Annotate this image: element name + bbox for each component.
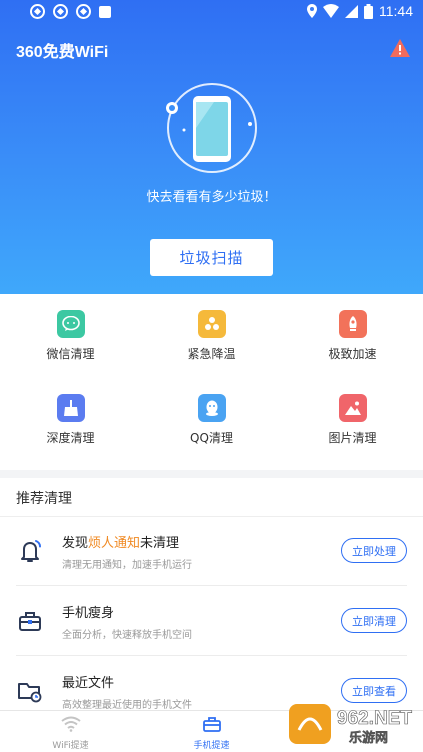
svg-text:962.NET: 962.NET: [337, 708, 412, 729]
tool-picture-clean[interactable]: 图片清理: [282, 378, 423, 458]
status-time: 11:44: [379, 3, 413, 19]
broom-icon: [56, 394, 85, 422]
recommend-item-subtitle: 高效整理最近使用的手机文件: [62, 700, 192, 711]
recommend-item-title: 最近文件: [62, 676, 115, 691]
tool-emergency-cooling[interactable]: 紧急降温: [141, 294, 282, 374]
recommend-title: 推荐清理: [16, 491, 72, 507]
sim-icon: [99, 5, 111, 18]
highlight-text: 烦人通知: [88, 536, 141, 551]
battery-icon: [364, 3, 373, 19]
tool-label: 极致加速: [328, 347, 377, 361]
notification-icon: [30, 4, 45, 19]
phone-cleaning-illustration: [166, 83, 257, 173]
hero-prompt: 快去看看有多少垃圾！: [146, 190, 277, 205]
tool-wechat-clean[interactable]: 微信清理: [0, 294, 141, 374]
folder-clock-icon: [18, 683, 42, 703]
cooling-icon: [197, 310, 226, 338]
junk-scan-button[interactable]: 垃圾扫描: [150, 239, 273, 276]
bag-icon: [19, 612, 41, 631]
tool-label: 深度清理: [46, 431, 95, 445]
notification-icon: [76, 4, 91, 19]
title-text: 发现: [62, 536, 89, 551]
tool-label: 图片清理: [328, 431, 377, 445]
svg-text:乐游网: 乐游网: [349, 730, 388, 746]
rocket-icon: [338, 310, 367, 338]
warning-icon[interactable]: [389, 38, 411, 58]
tool-label: 微信清理: [46, 347, 95, 361]
tool-qq-clean[interactable]: QQ清理: [141, 378, 282, 458]
signal-icon: [323, 4, 339, 18]
app-title: 360免费WiFi: [16, 44, 109, 61]
wechat-icon: [56, 310, 85, 338]
qq-icon: [197, 394, 226, 422]
wifi-icon: [60, 716, 81, 732]
handle-now-button[interactable]: 立即处理: [341, 538, 407, 563]
recommend-item-subtitle: 全面分析，快速释放手机空间: [62, 630, 192, 641]
clean-now-button[interactable]: 立即清理: [341, 608, 407, 633]
toolbox-icon: [202, 717, 221, 732]
tool-label: QQ清理: [190, 431, 233, 445]
cellular-icon: [345, 4, 358, 18]
hero-header: 11:44 360免费WiFi 快去看看有多少垃圾！ 垃圾扫描: [0, 0, 423, 294]
title-text: 未清理: [140, 536, 180, 551]
recommend-item-title: 手机瘦身: [62, 606, 115, 621]
recommend-section: 推荐清理 发现烦人通知未清理 清理无用通知，加速手机运行 立即处理 手机瘦身 全…: [0, 478, 423, 711]
nav-label: WiFi提速: [52, 741, 89, 751]
tool-deep-clean[interactable]: 深度清理: [0, 378, 141, 458]
notification-icon: [53, 4, 68, 19]
location-icon: [307, 4, 317, 18]
bell-icon: [21, 540, 41, 562]
tool-label: 紧急降温: [187, 347, 236, 361]
status-bar: 11:44: [0, 0, 423, 24]
recommend-item-title: 发现烦人通知未清理: [62, 532, 179, 551]
nav-wifi-speedup[interactable]: WiFi提速: [0, 711, 141, 752]
status-right-icons: 11:44: [307, 3, 413, 19]
nav-label: 手机提速: [193, 741, 230, 751]
recommend-item-slim[interactable]: 手机瘦身 全面分析，快速释放手机空间 立即清理: [0, 586, 423, 656]
nav-phone-speedup[interactable]: 手机提速: [141, 711, 282, 752]
tools-grid: 微信清理 紧急降温 极致加速 深度清理 QQ清理 图片清理: [0, 294, 423, 470]
site-watermark-logo: 962.NET 乐游网: [289, 704, 413, 746]
recommend-item-notifications[interactable]: 发现烦人通知未清理 清理无用通知，加速手机运行 立即处理: [0, 516, 423, 586]
picture-icon: [338, 394, 367, 422]
recommend-item-subtitle: 清理无用通知，加速手机运行: [62, 560, 192, 571]
status-left-icons: [30, 4, 111, 19]
tool-extreme-boost[interactable]: 极致加速: [282, 294, 423, 374]
